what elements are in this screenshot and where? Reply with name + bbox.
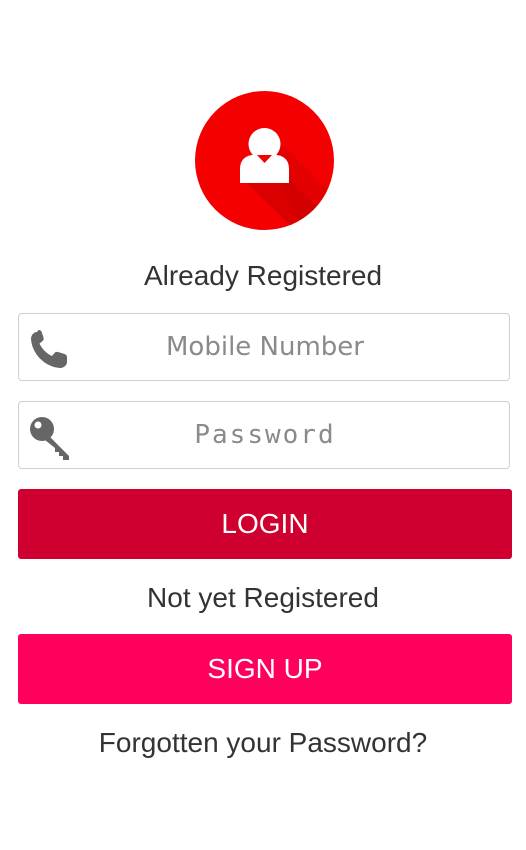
key-icon bbox=[27, 414, 73, 460]
user-avatar-icon bbox=[195, 91, 334, 230]
login-screen: Already Registered LOGIN Not yet Registe… bbox=[0, 0, 526, 850]
already-registered-heading: Already Registered bbox=[143, 260, 383, 291]
password-field[interactable] bbox=[18, 401, 510, 469]
mobile-number-field[interactable] bbox=[18, 313, 510, 381]
signup-button[interactable]: SIGN UP bbox=[18, 634, 512, 704]
not-registered-heading: Not yet Registered bbox=[147, 582, 379, 613]
mobile-number-input[interactable] bbox=[79, 314, 451, 380]
phone-icon bbox=[27, 326, 73, 372]
forgot-password-link[interactable]: Forgotten your Password? bbox=[0, 727, 526, 759]
login-button[interactable]: LOGIN bbox=[18, 489, 512, 559]
password-input[interactable] bbox=[79, 402, 451, 468]
